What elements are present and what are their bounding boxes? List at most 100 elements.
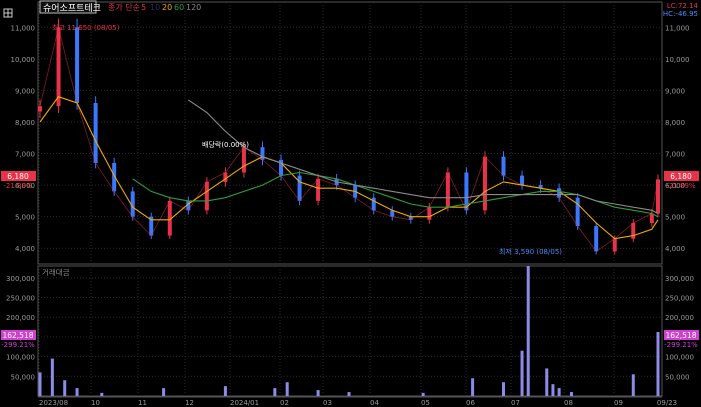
price-y-tick-left: 11,000 — [11, 24, 36, 32]
stock-name: 슈어소프트테크 — [43, 3, 101, 14]
stock-chart: 4,000 4,0005,000 5,0006,000 6,0007,000 7,000… — [0, 0, 701, 407]
ma-caption: 종가 단순 — [108, 2, 140, 12]
volume-y-tick-right: 250,000 — [665, 295, 694, 303]
high-annotation: 최고 11,650 (08/05) — [52, 23, 120, 32]
volume-value-left: 162,518 — [2, 331, 33, 340]
x-tick-label: 11 — [138, 399, 147, 407]
current-price-right: 6,180 — [670, 172, 692, 181]
price-y-tick-right: 7,000 — [665, 151, 685, 159]
price-candle — [656, 179, 660, 214]
volume-bar — [545, 368, 549, 396]
volume-bar — [75, 388, 79, 396]
price-candle — [612, 238, 617, 252]
current-change-right: -21.89% — [666, 182, 696, 190]
volume-title: 거래대금 — [42, 268, 70, 277]
current-price-left: 6,180 — [7, 172, 29, 181]
x-tick-label: 02 — [280, 399, 289, 407]
volume-bar — [50, 358, 54, 396]
volume-bar — [347, 392, 351, 396]
ma-period-20[interactable]: 20 — [162, 3, 172, 12]
price-y-tick-right: 10,000 — [665, 56, 690, 64]
price-candle — [75, 27, 80, 104]
hc-label: HC:-46.95 — [663, 10, 698, 18]
price-y-tick-right: 8,000 — [665, 119, 685, 127]
price-y-tick-right: 4,000 — [665, 245, 685, 253]
volume-y-tick-right: 300,000 — [665, 275, 694, 283]
volume-y-tick-right: 200,000 — [665, 314, 694, 322]
price-y-tick-left: 10,000 — [11, 56, 36, 64]
price-candle — [38, 106, 42, 112]
x-tick-label: 05 — [421, 399, 430, 407]
chart-background — [0, 0, 701, 407]
price-candle — [520, 175, 525, 186]
price-y-tick-left: 8,000 — [15, 119, 35, 127]
volume-bar — [162, 388, 166, 396]
volume-bar — [285, 382, 289, 396]
volume-bar — [569, 392, 573, 396]
price-candle — [316, 178, 321, 201]
x-tick-label: 07 — [511, 399, 520, 407]
price-y-tick-right: 11,000 — [665, 24, 690, 32]
price-candle — [501, 156, 506, 176]
volume-bar — [502, 382, 505, 396]
dividend-annotation: 배당락(0.00%) — [202, 140, 249, 149]
price-y-tick-left: 4,000 — [15, 245, 35, 253]
ma-period-5[interactable]: 5 — [141, 3, 146, 12]
volume-y-tick-left: 300,000 — [6, 275, 35, 283]
low-annotation: 최저 3,590 (08/05) — [499, 247, 562, 256]
current-change-left: -21.89% — [3, 182, 33, 190]
x-tick-label: 2024/01 — [230, 399, 259, 407]
price-y-tick-left: 7,000 — [15, 151, 35, 159]
volume-bar — [223, 386, 227, 396]
price-candle — [649, 213, 654, 223]
price-candle — [575, 197, 580, 227]
price-y-tick-right: 5,000 — [665, 214, 685, 222]
price-candle — [56, 27, 61, 107]
price-candle — [241, 147, 246, 173]
x-tick-label: 10 — [91, 399, 100, 407]
volume-bar — [100, 392, 104, 396]
x-tick-label: 12 — [185, 399, 194, 407]
volume-bar — [471, 378, 475, 396]
price-candle — [204, 181, 209, 211]
price-candle — [594, 226, 599, 252]
price-y-tick-left: 5,000 — [15, 214, 35, 222]
volume-bar — [656, 331, 660, 396]
x-tick-label: 2023/08 — [39, 399, 68, 407]
volume-y-tick-left: 50,000 — [11, 373, 36, 381]
price-candle — [445, 172, 450, 208]
ma-period-60[interactable]: 60 — [174, 3, 184, 12]
volume-y-tick-right: 100,000 — [665, 354, 694, 362]
volume-bar — [273, 388, 277, 396]
volume-bar — [316, 390, 320, 396]
volume-change-left: -299.21% — [1, 341, 35, 349]
lc-label: LC:72.14 — [667, 2, 699, 10]
volume-bar — [631, 374, 635, 396]
volume-bar — [526, 266, 530, 396]
price-candle — [93, 103, 98, 163]
volume-bar — [38, 372, 42, 396]
volume-y-tick-left: 250,000 — [6, 295, 35, 303]
x-tick-label: 09 — [614, 399, 623, 407]
volume-y-tick-left: 100,000 — [6, 354, 35, 362]
x-tick-label: 03 — [323, 399, 332, 407]
volume-bar — [63, 380, 67, 396]
volume-bar — [421, 392, 425, 396]
price-candle — [427, 207, 432, 220]
x-tick-label: 08 — [564, 399, 573, 407]
ma-period-10[interactable]: 10 — [150, 3, 160, 12]
volume-bar — [551, 384, 555, 396]
x-tick-label: 04 — [370, 399, 379, 407]
volume-change-right: -299.21% — [664, 341, 698, 349]
volume-y-tick-right: 50,000 — [665, 373, 690, 381]
price-candle — [297, 175, 302, 201]
volume-bar — [557, 388, 561, 396]
volume-value-right: 162,518 — [665, 331, 696, 340]
price-y-tick-right: 9,000 — [665, 87, 685, 95]
price-candle — [482, 156, 487, 211]
volume-y-tick-left: 200,000 — [6, 314, 35, 322]
price-y-tick-left: 9,000 — [15, 87, 35, 95]
x-tick-label: 06 — [466, 399, 475, 407]
volume-bar — [520, 350, 524, 396]
ma-period-120[interactable]: 120 — [186, 3, 201, 12]
